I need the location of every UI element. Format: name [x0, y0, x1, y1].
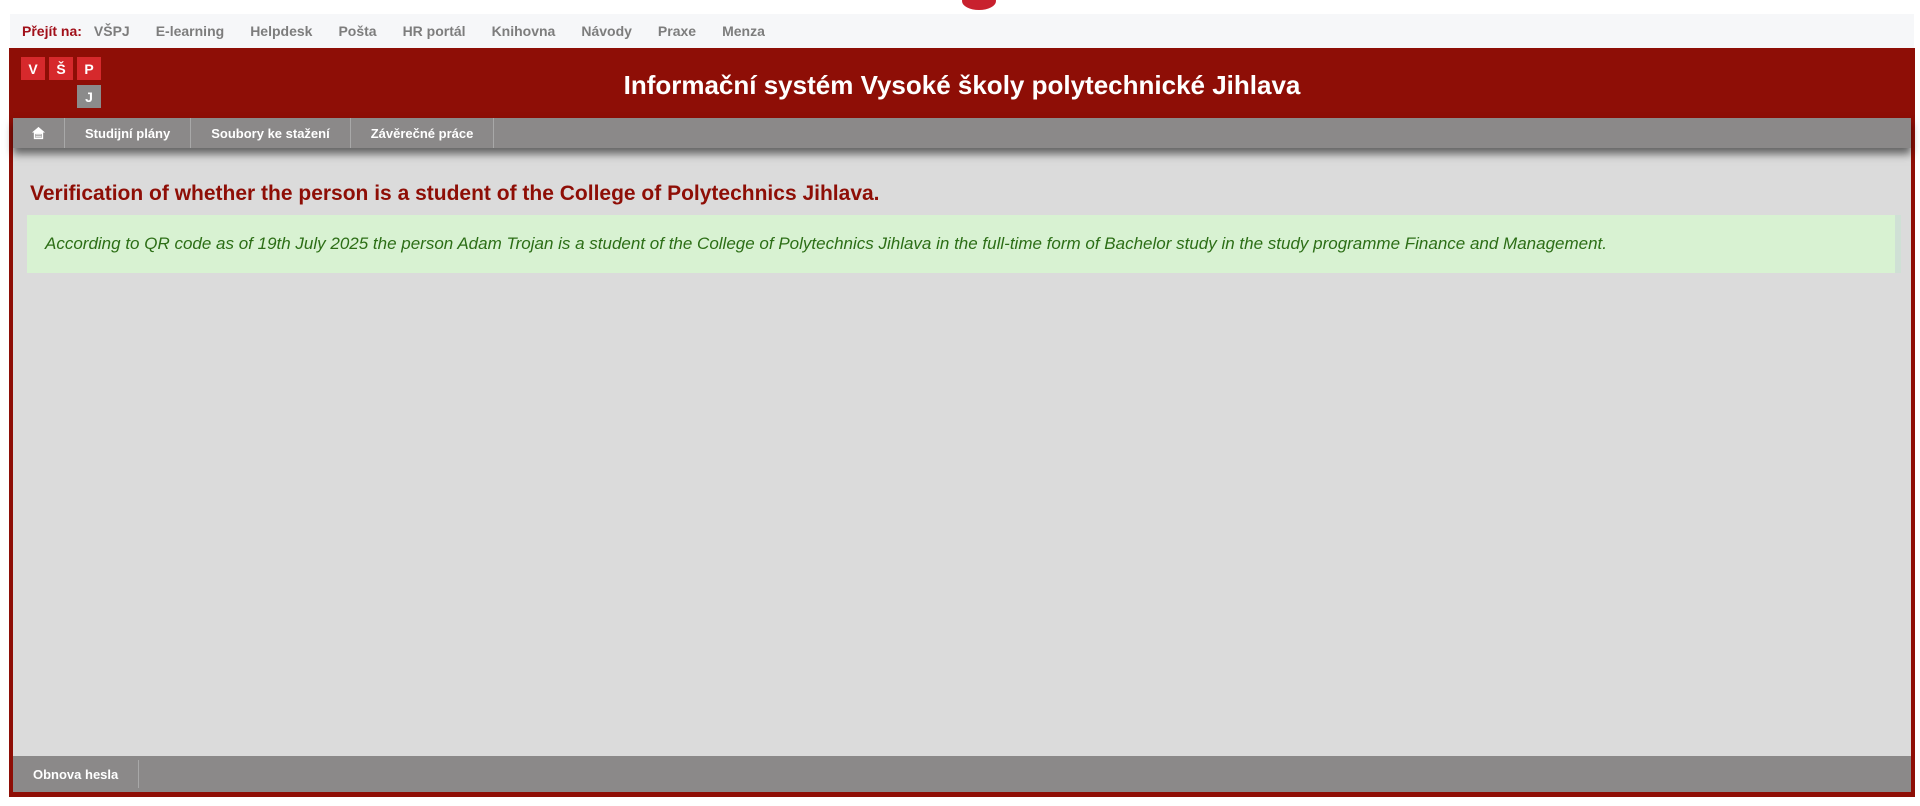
nav-item-zaverecne-prace[interactable]: Závěrečné práce: [351, 118, 495, 148]
nav-item-studijni-plany[interactable]: Studijní plány: [65, 118, 192, 148]
footer-item-obnova-hesla[interactable]: Obnova hesla: [13, 760, 140, 788]
quick-link-menza[interactable]: Menza: [722, 23, 765, 39]
quick-links-bar: Přejít na: VŠPJ E-learning Helpdesk Pošt…: [10, 14, 1914, 48]
verification-message: According to QR code as of 19th July 202…: [45, 234, 1607, 253]
nav-home[interactable]: [13, 118, 65, 148]
quick-link-vspj[interactable]: VŠPJ: [94, 23, 130, 39]
verification-result-alert: According to QR code as of 19th July 202…: [27, 215, 1901, 273]
quick-link-helpdesk[interactable]: Helpdesk: [250, 23, 312, 39]
page-title: Verification of whether the person is a …: [30, 182, 880, 205]
main-nav: Studijní plány Soubory ke stažení Závěre…: [13, 118, 1911, 148]
top-decoration: [962, 0, 996, 10]
quick-links-label: Přejít na:: [22, 23, 82, 39]
page-frame: V Š P J Informační systém Vysoké školy p…: [9, 48, 1915, 797]
site-header: V Š P J Informační systém Vysoké školy p…: [9, 48, 1915, 118]
footer-nav: Obnova hesla: [13, 756, 1911, 792]
quick-link-praxe[interactable]: Praxe: [658, 23, 696, 39]
site-title: Informační systém Vysoké školy polytechn…: [623, 70, 1301, 100]
quick-link-hr-portal[interactable]: HR portál: [403, 23, 466, 39]
quick-link-knihovna[interactable]: Knihovna: [492, 23, 556, 39]
quick-link-navody[interactable]: Návody: [581, 23, 632, 39]
quick-link-elearning[interactable]: E-learning: [156, 23, 224, 39]
home-icon: [31, 126, 46, 140]
nav-item-soubory-ke-stazeni[interactable]: Soubory ke stažení: [191, 118, 351, 148]
quick-link-posta[interactable]: Pošta: [338, 23, 376, 39]
main-content: Verification of whether the person is a …: [13, 148, 1911, 756]
